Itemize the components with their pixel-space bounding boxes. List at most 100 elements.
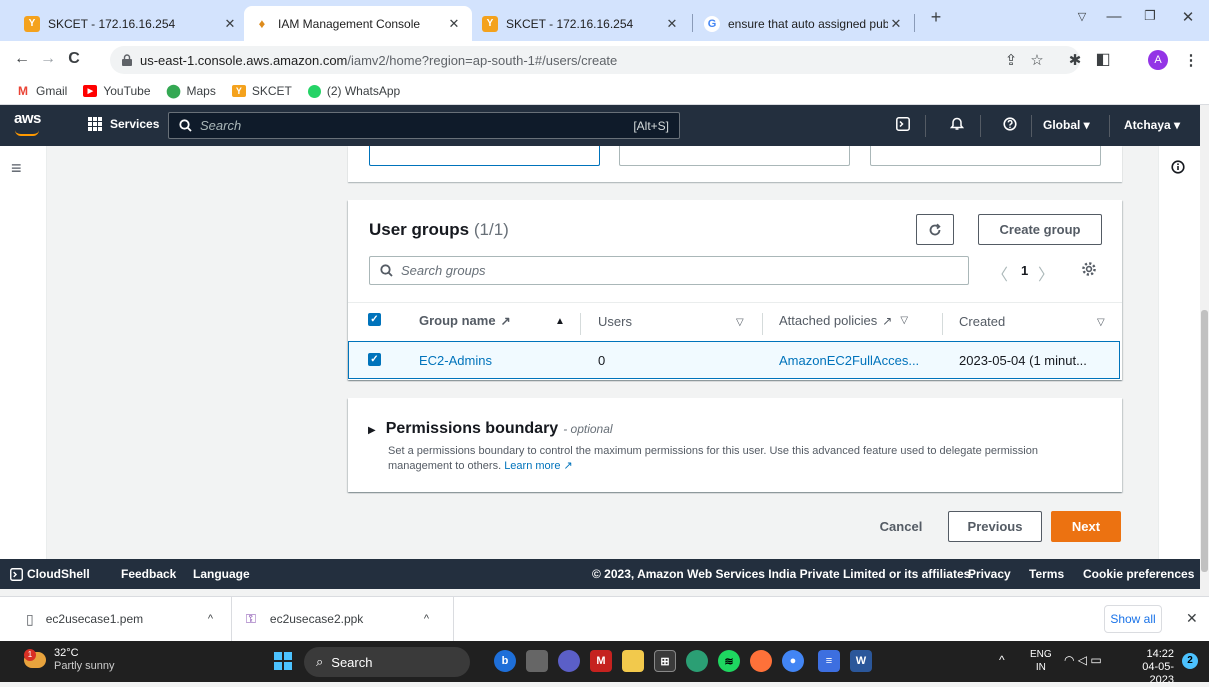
browser-tab[interactable]: Y SKCET - 172.16.16.254 ✕ <box>472 6 690 41</box>
windows-start-icon[interactable] <box>274 652 292 670</box>
info-icon[interactable] <box>1171 160 1185 177</box>
attached-policy-link[interactable]: AmazonEC2FullAcces... <box>779 353 919 368</box>
services-menu-button[interactable]: Services <box>88 117 159 131</box>
terms-link[interactable]: Terms <box>1029 567 1064 581</box>
show-hidden-icons-chevron-icon[interactable]: ^ <box>999 653 1005 667</box>
column-header-users[interactable]: Users <box>598 314 632 329</box>
back-icon[interactable]: ← <box>12 50 32 68</box>
extensions-icon[interactable]: ✱ <box>1064 51 1086 69</box>
close-tab-icon[interactable]: ✕ <box>888 16 904 32</box>
tab-search-icon[interactable]: ▽ <box>1072 10 1092 23</box>
share-icon[interactable]: ⇪ <box>1000 51 1022 69</box>
weather-widget[interactable]: 1 <box>24 649 50 673</box>
bing-icon[interactable]: b <box>494 650 516 672</box>
sort-ascending-icon[interactable]: ▲ <box>555 316 565 327</box>
browser-tab[interactable]: G ensure that auto assigned public ✕ <box>694 6 914 41</box>
weather-text[interactable]: 32°C Partly sunny <box>54 647 115 673</box>
word-icon[interactable]: W <box>850 650 872 672</box>
task-view-icon[interactable] <box>526 650 548 672</box>
refresh-button[interactable] <box>916 214 954 245</box>
cloudshell-icon[interactable] <box>893 117 913 134</box>
aws-logo[interactable]: aws <box>14 110 41 136</box>
region-selector[interactable]: Global ▾ <box>1043 118 1090 132</box>
chevron-up-icon[interactable]: ^ <box>424 613 429 625</box>
profile-avatar[interactable]: A <box>1148 50 1168 70</box>
close-tab-icon[interactable]: ✕ <box>664 16 680 32</box>
address-bar[interactable]: us-east-1.console.aws.amazon.com/iamv2/h… <box>110 46 1080 74</box>
privacy-link[interactable]: Privacy <box>968 567 1011 581</box>
next-page-icon[interactable]: 〉 <box>1038 261 1054 285</box>
table-row[interactable]: ✓ EC2-Admins 0 AmazonEC2FullAcces... 202… <box>348 341 1120 379</box>
sort-icon[interactable]: ▽ <box>1097 317 1105 328</box>
chrome-menu-icon[interactable]: ⋮ <box>1180 51 1202 69</box>
bookmark-whatsapp[interactable]: (2) WhatsApp <box>307 84 400 98</box>
browser-tab[interactable]: Y SKCET - 172.16.16.254 ✕ <box>14 6 248 41</box>
side-panel-icon[interactable]: ◧ <box>1092 49 1114 69</box>
restore-icon[interactable]: ❐ <box>1140 8 1160 24</box>
next-button[interactable]: Next <box>1051 511 1121 542</box>
close-downloads-icon[interactable]: ✕ <box>1186 610 1198 627</box>
teams-chat-icon[interactable] <box>558 650 580 672</box>
search-groups-input[interactable]: Search groups <box>369 256 969 285</box>
forward-icon[interactable]: → <box>38 50 58 68</box>
chevron-up-icon[interactable]: ^ <box>208 613 213 625</box>
spotify-icon[interactable]: ≋ <box>718 650 740 672</box>
bookmark-skcet[interactable]: Y SKCET <box>231 84 292 98</box>
current-page-number[interactable]: 1 <box>1021 263 1028 278</box>
page-scrollbar-thumb[interactable] <box>1201 310 1208 572</box>
bookmark-star-icon[interactable]: ☆ <box>1026 51 1048 69</box>
notification-count-badge[interactable]: 2 <box>1182 653 1198 669</box>
notifications-bell-icon[interactable] <box>947 117 967 134</box>
cancel-button[interactable]: Cancel <box>866 511 936 542</box>
filter-input[interactable] <box>369 146 600 166</box>
show-all-downloads-button[interactable]: Show all <box>1104 605 1162 633</box>
permissions-boundary-toggle[interactable]: ▶ Permissions boundary - optional <box>368 420 613 438</box>
filter-input[interactable] <box>619 146 850 166</box>
column-header-created[interactable]: Created <box>959 314 1005 329</box>
minimize-icon[interactable]: — <box>1104 8 1124 25</box>
edge-icon[interactable] <box>686 650 708 672</box>
microsoft-store-icon[interactable]: ⊞ <box>654 650 676 672</box>
previous-button[interactable]: Previous <box>948 511 1042 542</box>
hamburger-menu-icon[interactable]: ≡ <box>11 158 22 179</box>
filter-input[interactable] <box>870 146 1101 166</box>
new-tab-icon[interactable]: + <box>926 7 946 28</box>
mcafee-icon[interactable]: M <box>590 650 612 672</box>
bookmark-maps[interactable]: ⬤ Maps <box>166 83 216 98</box>
system-clock[interactable]: 14:22 04-05-2023 <box>1130 648 1174 687</box>
cookie-preferences-link[interactable]: Cookie preferences <box>1083 567 1194 581</box>
column-header-attached-policies[interactable]: Attached policies ↗ ▽ <box>779 313 908 328</box>
table-settings-gear-icon[interactable] <box>1081 261 1097 280</box>
download-item[interactable]: ▯ ec2usecase1.pem ^ <box>0 597 232 641</box>
learn-more-link[interactable]: Learn more <box>504 460 560 472</box>
create-group-button[interactable]: Create group <box>978 214 1102 245</box>
skcet-favicon-icon: Y <box>24 15 40 32</box>
account-menu[interactable]: Atchaya ▾ <box>1124 118 1180 132</box>
sort-icon[interactable]: ▽ <box>736 317 744 328</box>
feedback-link[interactable]: Feedback <box>121 567 176 581</box>
bookmark-gmail[interactable]: M Gmail <box>16 84 67 98</box>
notepad-icon[interactable]: ≡ <box>818 650 840 672</box>
bookmark-youtube[interactable]: ▶ YouTube <box>83 84 151 98</box>
close-window-icon[interactable]: ✕ <box>1178 8 1198 26</box>
chrome-icon[interactable]: ● <box>782 650 804 672</box>
help-icon[interactable] <box>1000 117 1020 134</box>
firefox-icon[interactable] <box>750 650 772 672</box>
aws-search-input[interactable]: Search [Alt+S] <box>168 112 680 139</box>
cloudshell-button[interactable]: CloudShell <box>10 567 90 581</box>
wifi-volume-battery-icon[interactable]: ◠ ◁ ▭ <box>1064 653 1102 667</box>
close-tab-icon[interactable]: ✕ <box>446 16 462 32</box>
language-link[interactable]: Language <box>193 567 250 581</box>
taskbar-search[interactable]: ⌕ Search <box>304 647 470 677</box>
group-name-link[interactable]: EC2-Admins <box>419 353 492 368</box>
column-header-group-name[interactable]: Group name ↗ <box>419 313 511 328</box>
select-all-checkbox[interactable]: ✓ <box>368 313 381 326</box>
file-explorer-icon[interactable] <box>622 650 644 672</box>
download-item[interactable]: ⚿ ec2usecase2.ppk ^ <box>232 597 454 641</box>
reload-icon[interactable]: C <box>64 50 84 68</box>
row-checkbox[interactable]: ✓ <box>368 353 381 366</box>
close-tab-icon[interactable]: ✕ <box>222 16 238 32</box>
browser-tab-active[interactable]: ♦ IAM Management Console ✕ <box>244 6 472 41</box>
previous-page-icon[interactable]: 〈 <box>992 261 1008 285</box>
language-indicator[interactable]: ENG IN <box>1030 648 1052 674</box>
